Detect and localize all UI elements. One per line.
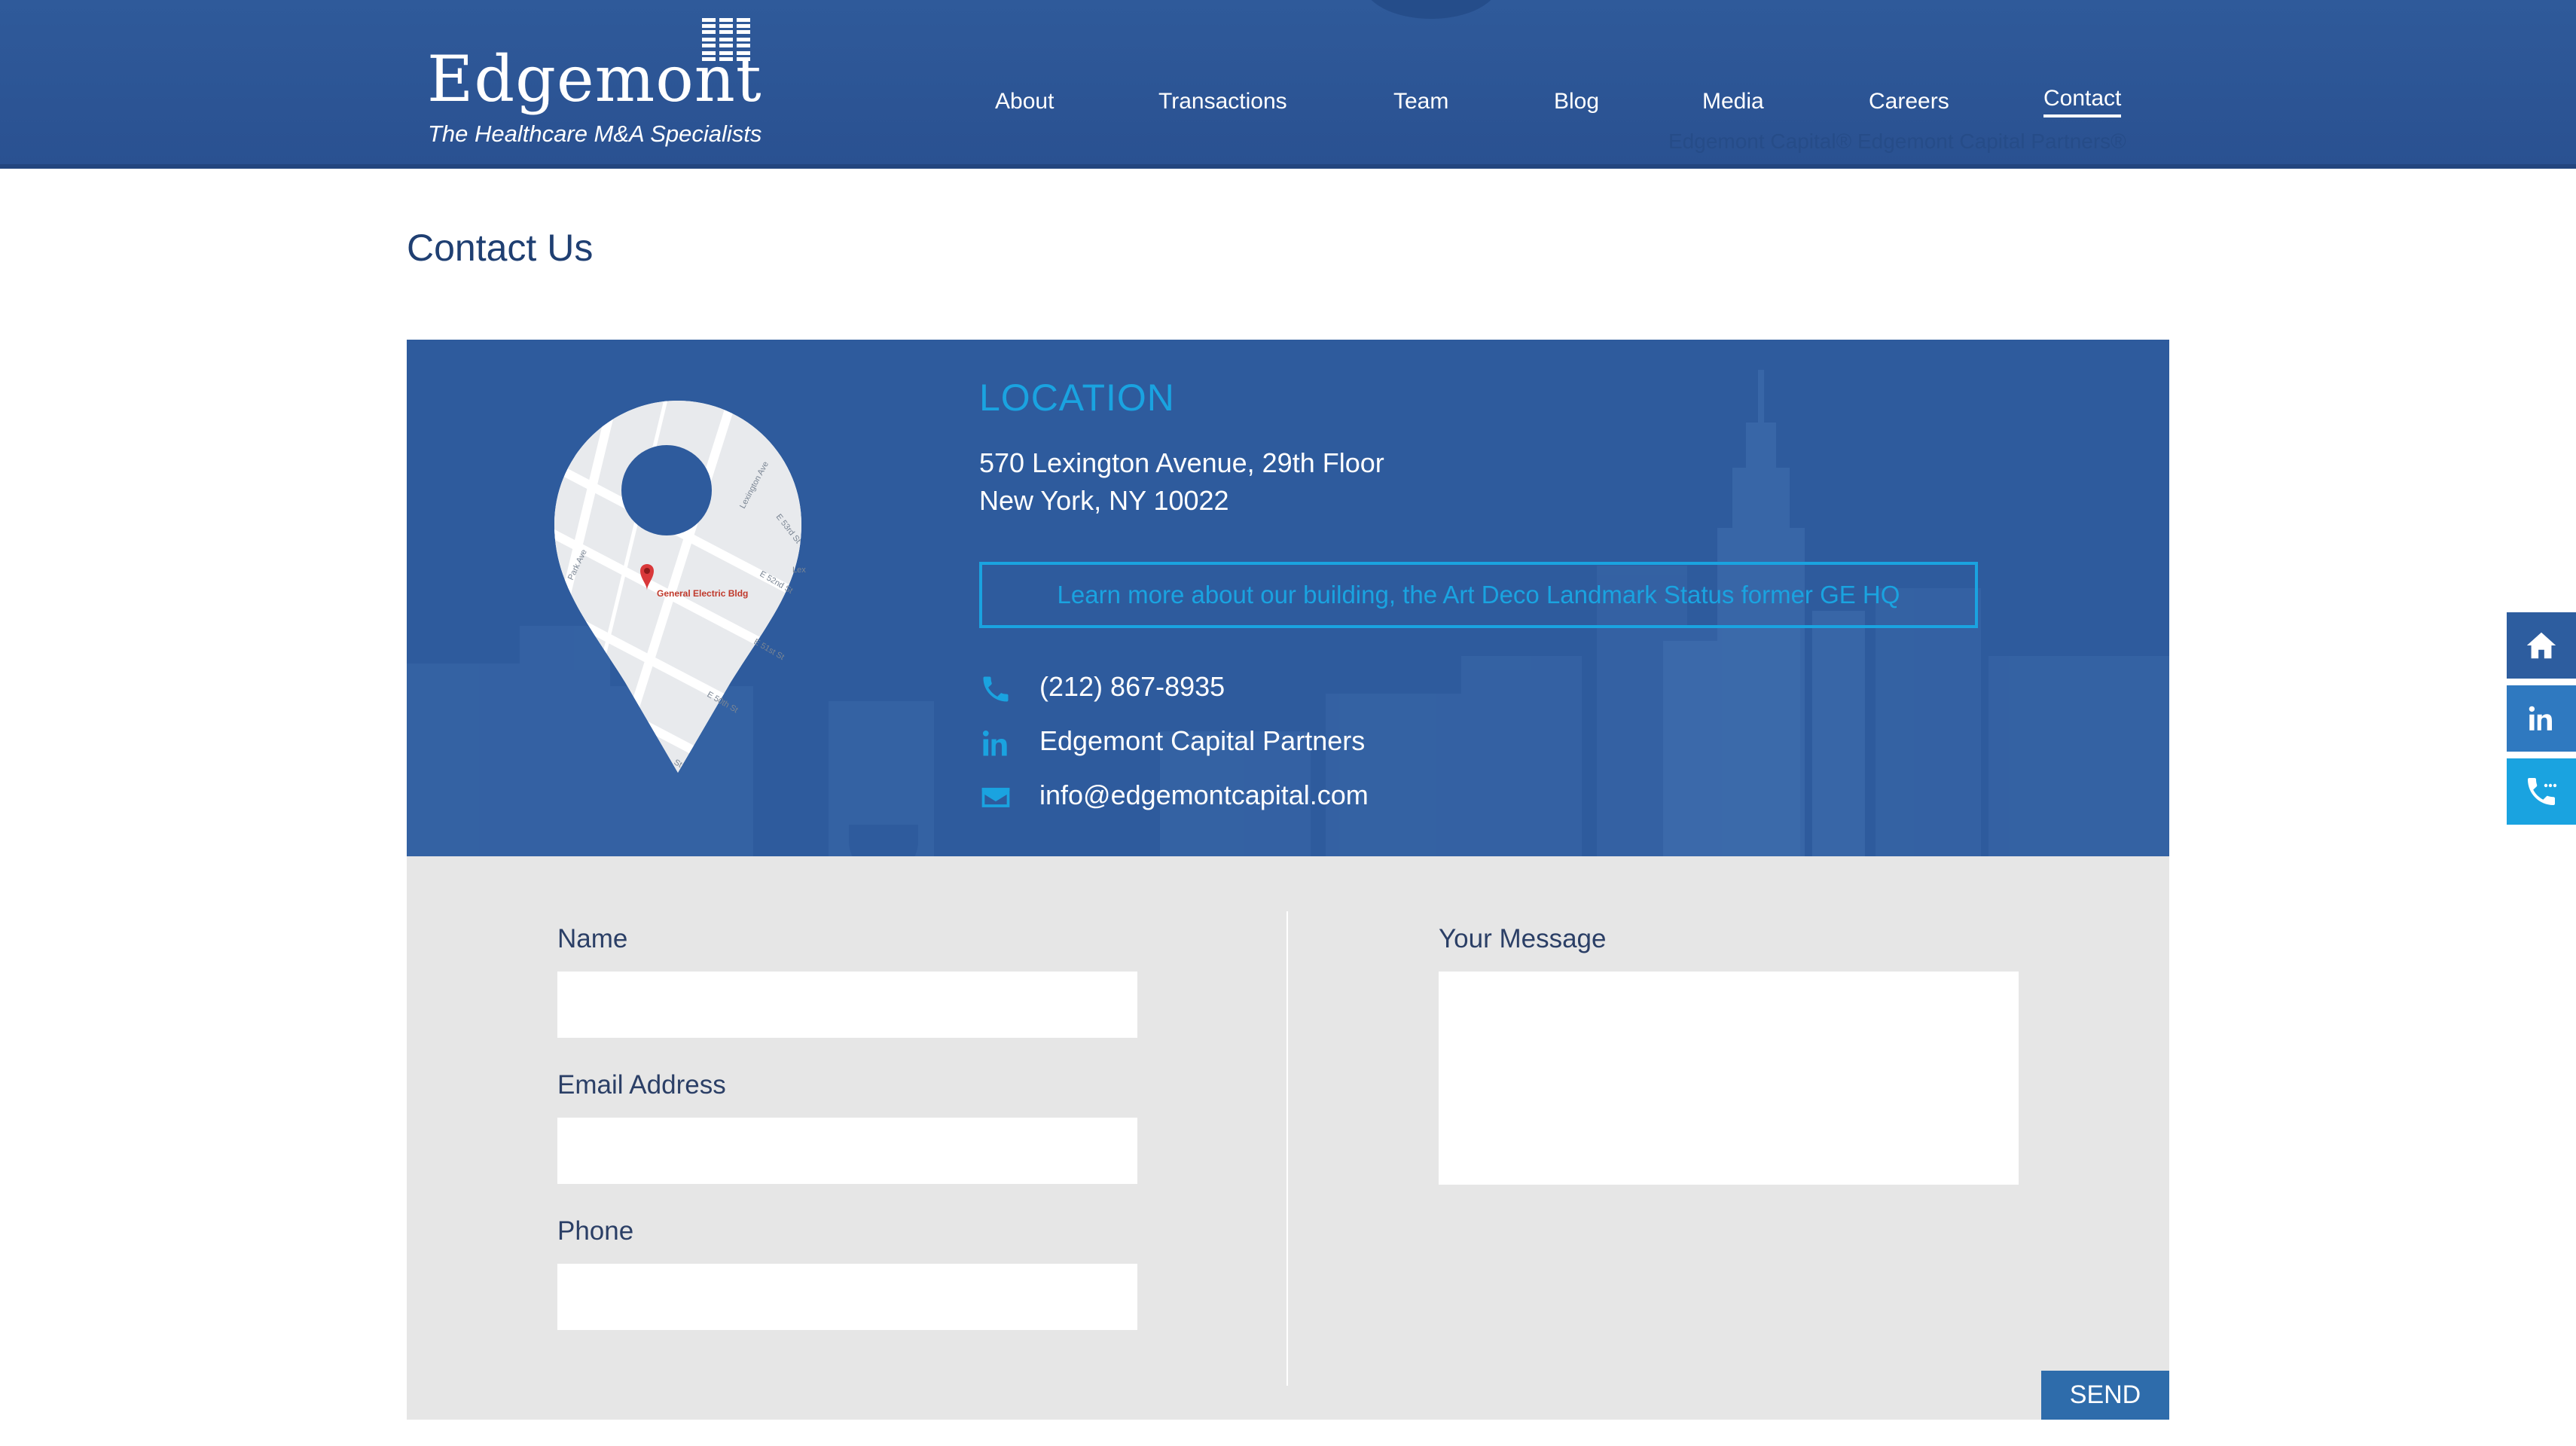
email-link[interactable]: info@edgemontcapital.com	[1039, 779, 1369, 811]
linkedin-icon	[982, 730, 1007, 756]
contact-form: Name Email Address Phone Your Message SE…	[407, 856, 2169, 1420]
address-line-2: New York, NY 10022	[979, 485, 1229, 516]
side-tab-phone[interactable]	[2507, 758, 2576, 825]
email-label: Email Address	[557, 1070, 726, 1100]
phone-field[interactable]	[557, 1264, 1137, 1330]
message-field[interactable]	[1439, 972, 2019, 1185]
send-button[interactable]: SEND	[2041, 1371, 2169, 1420]
phone-label: Phone	[557, 1216, 634, 1246]
name-field[interactable]	[557, 972, 1137, 1038]
phone-chat-icon	[2528, 778, 2557, 805]
name-label: Name	[557, 924, 628, 953]
map-street-label: E 51st St	[752, 637, 786, 662]
linkedin-icon	[2529, 706, 2552, 731]
home-icon	[2526, 632, 2556, 659]
form-divider	[1286, 911, 1288, 1386]
nav-item-careers[interactable]: Careers	[1869, 89, 1949, 114]
message-label: Your Message	[1439, 924, 1607, 953]
phone-number[interactable]: (212) 867-8935	[1039, 671, 1225, 703]
location-panel: General Electric Bldg Lexington Ave Park…	[407, 340, 2169, 856]
email-field[interactable]	[557, 1118, 1137, 1184]
nav-item-team[interactable]: Team	[1393, 89, 1448, 114]
phone-icon	[983, 676, 1009, 702]
building-grid-icon	[702, 18, 750, 61]
map-street-label: Lex	[792, 566, 806, 575]
map-marker-label: General Electric Bldg	[657, 588, 748, 599]
envelope-icon	[981, 788, 1010, 807]
header-ghost-text: Edgemont Capital® Edgemont Capital Partn…	[1668, 130, 2126, 153]
side-tab-linkedin[interactable]	[2507, 685, 2576, 752]
nav-item-about[interactable]: About	[995, 89, 1054, 114]
page-title: Contact Us	[407, 227, 594, 269]
nav-item-contact[interactable]: Contact	[2043, 86, 2122, 117]
logo-tagline: The Healthcare M&A Specialists	[428, 120, 762, 147]
site-header: Edgemont The Healthcare M&A Specialists …	[0, 0, 2576, 169]
side-tab-home[interactable]	[2507, 612, 2576, 679]
nav-item-blog[interactable]: Blog	[1554, 89, 1599, 114]
header-decoration	[1363, 0, 1499, 19]
nav-item-transactions[interactable]: Transactions	[1158, 89, 1287, 114]
map-pin-image[interactable]: General Electric Bldg Lexington Ave Park…	[550, 396, 806, 818]
location-heading: LOCATION	[979, 377, 1175, 419]
building-info-link[interactable]: Learn more about our building, the Art D…	[979, 562, 1978, 628]
address-line-1: 570 Lexington Avenue, 29th Floor	[979, 447, 1384, 478]
linkedin-link[interactable]: Edgemont Capital Partners	[1039, 725, 1365, 757]
nav-item-media[interactable]: Media	[1702, 89, 1764, 114]
